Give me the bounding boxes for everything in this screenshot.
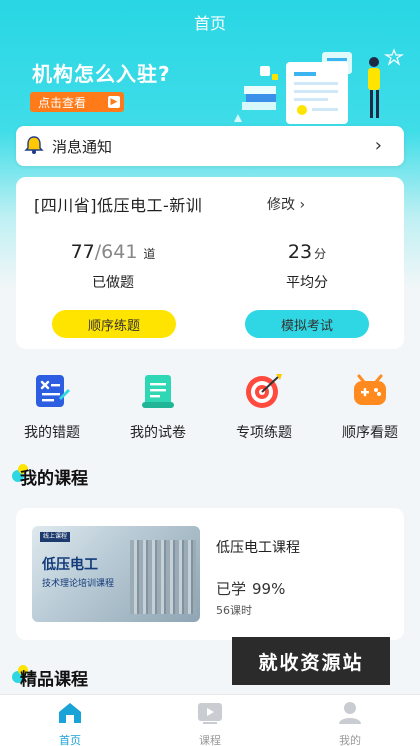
tab-courses[interactable]: 课程 xyxy=(170,701,250,746)
play-arrow-icon: ▶ xyxy=(108,96,120,108)
quick-label: 专项练题 xyxy=(236,425,292,441)
bell-icon xyxy=(24,136,44,154)
equipment-illustration xyxy=(130,540,196,614)
stats-card: [四川省]低压电工-新训 修改 › 77/641 道 已做题 23 分 平均分 顺序… xyxy=(16,177,404,349)
edit-label: 修改 xyxy=(267,197,295,213)
done-questions-stat: 77/641 道 已做题 xyxy=(16,241,210,292)
promo-banner[interactable]: 机构怎么入驻? 点击查看 ▶ xyxy=(0,44,420,130)
wrong-questions-icon xyxy=(36,375,70,407)
course-card[interactable]: 线上课程 低压电工 技术理论培训课程 低压电工课程 已学 99% 56课时 xyxy=(16,508,404,640)
quick-item-targeted-practice[interactable]: 专项练题 xyxy=(218,372,310,446)
quick-label: 顺序看题 xyxy=(342,425,398,441)
page-title: 首页 xyxy=(193,14,226,33)
my-courses-heading: 我的课程 xyxy=(12,464,88,489)
play-video-icon xyxy=(198,703,222,724)
user-icon xyxy=(339,702,361,724)
quick-item-sequence-view[interactable]: 顺序看题 xyxy=(324,372,416,446)
quick-label: 我的错题 xyxy=(24,425,80,441)
tab-profile[interactable]: 我的 xyxy=(310,701,390,746)
tab-label: 课程 xyxy=(199,734,221,746)
current-course-name: [四川省]低压电工-新训 xyxy=(34,196,203,215)
thumb-title: 低压电工 xyxy=(42,557,98,573)
banner-view-label: 点击查看 xyxy=(38,95,87,110)
score-unit: 分 xyxy=(314,247,327,261)
game-icon xyxy=(354,374,386,405)
total-count: 641 xyxy=(101,241,138,263)
tab-home[interactable]: 首页 xyxy=(30,701,110,746)
banner-illustration xyxy=(234,48,405,124)
chevron-right-icon: › xyxy=(299,197,306,213)
done-label: 已做题 xyxy=(92,275,134,291)
quick-label: 我的试卷 xyxy=(130,425,186,441)
avg-score: 23 xyxy=(287,241,313,263)
thumb-subtitle: 技术理论培训课程 xyxy=(42,579,115,589)
chevron-right-icon: › xyxy=(374,135,382,156)
course-title: 低压电工课程 xyxy=(216,540,300,556)
thumb-tag: 线上课程 xyxy=(40,532,71,542)
bottom-tab-bar: 首页 课程 我的 xyxy=(0,694,420,746)
section-title: 精品课程 xyxy=(20,670,88,690)
mock-exam-button[interactable]: 模拟考试 xyxy=(245,310,369,338)
notification-label: 消息通知 xyxy=(52,138,113,156)
quick-actions: 我的错题 我的试卷 专项练题 顺序看题 xyxy=(0,372,420,446)
papers-icon xyxy=(142,375,174,408)
progress-percent: 99% xyxy=(252,580,286,598)
avg-label: 平均分 xyxy=(286,275,328,291)
count-unit: 道 xyxy=(143,247,156,261)
section-title: 我的课程 xyxy=(20,469,88,489)
tab-label: 我的 xyxy=(339,734,361,746)
course-hours: 56课时 xyxy=(216,604,252,617)
banner-view-button[interactable]: 点击查看 ▶ xyxy=(30,92,124,112)
notification-bar[interactable]: 消息通知 › xyxy=(16,126,404,166)
sequence-practice-button[interactable]: 顺序练题 xyxy=(52,310,176,338)
course-thumbnail: 线上课程 低压电工 技术理论培训课程 xyxy=(32,526,200,622)
watermark-overlay: 就收资源站 xyxy=(232,637,390,685)
home-icon xyxy=(59,703,81,723)
course-progress: 已学 99% xyxy=(216,578,285,599)
average-score-stat: 23 分 平均分 xyxy=(210,241,404,292)
progress-label: 已学 xyxy=(216,580,247,598)
edit-course-link[interactable]: 修改 › xyxy=(267,194,305,214)
quick-item-papers[interactable]: 我的试卷 xyxy=(112,372,204,446)
banner-title: 机构怎么入驻? xyxy=(32,62,171,86)
featured-courses-heading: 精品课程 xyxy=(12,665,88,690)
quick-item-wrong-questions[interactable]: 我的错题 xyxy=(6,372,98,446)
target-icon xyxy=(246,374,282,408)
done-count: 77 xyxy=(70,241,95,263)
tab-label: 首页 xyxy=(59,734,81,746)
